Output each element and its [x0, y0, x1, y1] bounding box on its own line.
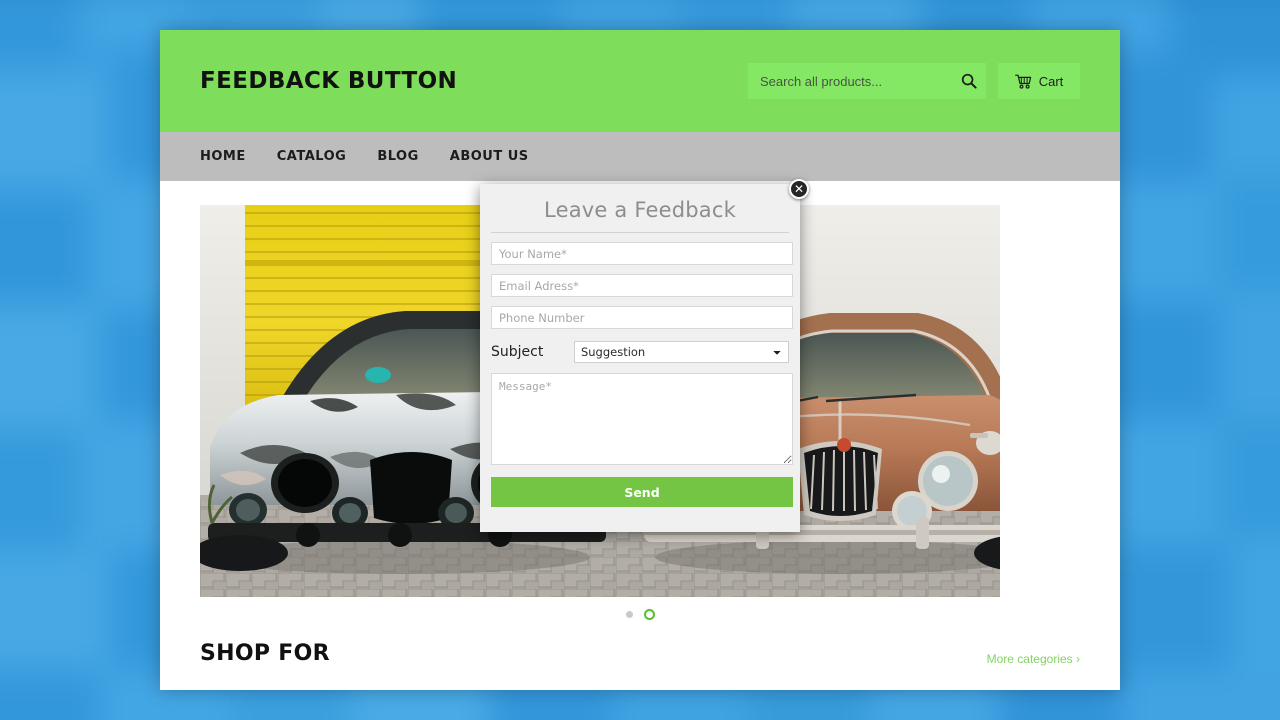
name-input[interactable] [491, 242, 793, 265]
nav-item-home[interactable]: HOME [200, 149, 246, 164]
search-submit-button[interactable] [952, 63, 986, 99]
email-input[interactable] [491, 274, 793, 297]
slideshow-pagination [200, 601, 1080, 627]
nav-item-catalog[interactable]: CATALOG [277, 149, 347, 164]
search-input[interactable] [748, 63, 952, 99]
modal-title: Leave a Feedback [491, 194, 789, 233]
close-icon[interactable]: ✕ [789, 179, 809, 199]
header-utilities: Cart [748, 63, 1080, 99]
subject-row: Subject Suggestion [491, 341, 789, 363]
send-button[interactable]: Send [491, 477, 793, 507]
site-header: FEEDBACK BUTTON Search all products... C… [160, 30, 1120, 132]
search-icon [961, 73, 977, 89]
slideshow-dot-1[interactable] [625, 610, 633, 618]
site-logo[interactable]: FEEDBACK BUTTON [200, 68, 457, 94]
shop-for-header: SHOP FOR More categories › [200, 641, 1080, 666]
message-input[interactable] [491, 373, 793, 465]
shop-for-section: SHOP FOR More categories › You don't hav… [160, 627, 1120, 690]
page-title: SHOP FOR [200, 641, 330, 666]
feedback-modal: ✕ Leave a Feedback Subject Suggestion Se… [480, 179, 809, 532]
search-form [748, 63, 986, 99]
slideshow-dot-2[interactable] [643, 608, 655, 620]
subject-select[interactable]: Suggestion [573, 341, 789, 363]
cart-label: Cart [1038, 73, 1064, 89]
phone-input[interactable] [491, 306, 793, 329]
nav-item-blog[interactable]: BLOG [377, 149, 418, 164]
cart-button[interactable]: Cart [998, 63, 1080, 99]
nav-item-about-us[interactable]: ABOUT US [450, 149, 529, 164]
main-navigation: HOME CATALOG BLOG ABOUT US [160, 132, 1120, 181]
more-categories-link[interactable]: More categories › [987, 652, 1080, 666]
subject-label: Subject [491, 344, 544, 360]
shopping-cart-icon [1014, 74, 1031, 89]
